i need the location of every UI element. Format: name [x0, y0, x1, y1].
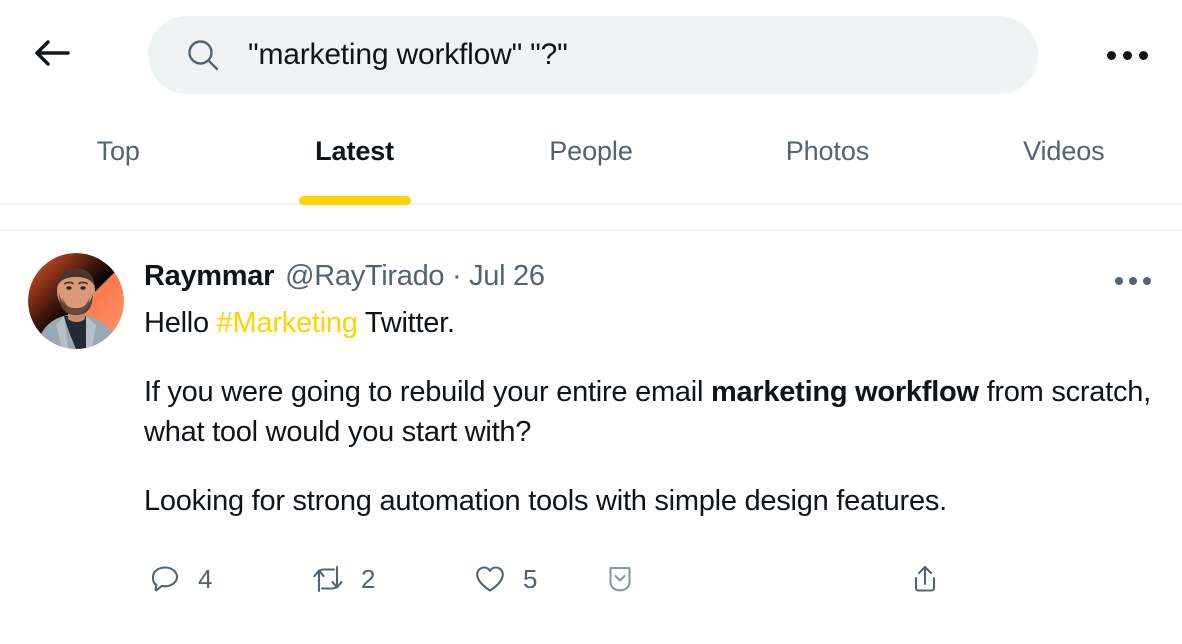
tweet-text-run: Twitter. — [357, 307, 455, 339]
ellipsis-dot-icon — [1138, 50, 1148, 60]
tab-top[interactable]: Top — [0, 110, 236, 203]
tab-label: People — [549, 136, 633, 166]
retweet-icon — [307, 558, 349, 600]
bookmark-chevron-icon — [599, 558, 641, 600]
tweet-paragraph-3: Looking for strong automation tools with… — [144, 481, 1158, 521]
search-input[interactable]: "marketing workflow" "?" — [248, 38, 568, 72]
tab-photos[interactable]: Photos — [709, 110, 945, 203]
reply-count: 4 — [198, 563, 213, 594]
search-bar[interactable]: "marketing workflow" "?" — [148, 16, 1038, 94]
ellipsis-dot-icon — [1106, 50, 1116, 60]
back-button[interactable] — [24, 27, 80, 83]
tab-label: Videos — [1023, 136, 1105, 166]
heart-icon — [469, 558, 511, 600]
tweet-header: Raymmar @RayTirado · Jul 26 — [144, 253, 1158, 301]
bookmark-button[interactable] — [599, 558, 904, 600]
share-icon — [904, 558, 946, 600]
top-bar: "marketing workflow" "?" — [0, 0, 1182, 110]
tweet-more-options-button[interactable] — [1108, 261, 1158, 301]
arrow-left-icon — [33, 37, 71, 74]
tweet-text: Hello #Marketing Twitter. If you were go… — [144, 303, 1158, 521]
ellipsis-dot-icon — [1129, 277, 1137, 285]
like-count: 5 — [523, 563, 538, 594]
ellipsis-dot-icon — [1115, 277, 1123, 285]
tweet-text-run: Looking for strong automation tools with… — [144, 485, 947, 518]
ellipsis-dot-icon — [1122, 50, 1132, 60]
tweet-paragraph-2: If you were going to rebuild your entire… — [144, 372, 1158, 452]
display-name[interactable]: Raymmar — [144, 260, 274, 293]
handle-and-timestamp: @RayTirado · Jul 26 — [285, 260, 545, 292]
tweet-text-highlight: marketing workflow — [710, 376, 979, 409]
tab-underline — [298, 196, 411, 205]
search-tabs: Top Latest People Photos Videos — [0, 110, 1182, 205]
hashtag-link[interactable]: #Marketing — [217, 307, 358, 339]
more-options-button[interactable] — [1100, 28, 1154, 82]
avatar[interactable] — [28, 253, 124, 349]
tweet-paragraph-1: Hello #Marketing Twitter. — [144, 303, 1158, 343]
tab-label: Top — [96, 136, 140, 166]
tweet-text-run: Hello — [144, 307, 217, 339]
feed-top-divider — [0, 205, 1182, 231]
tweet-item: Raymmar @RayTirado · Jul 26 Hello #Marke… — [0, 231, 1182, 608]
tab-label: Latest — [315, 136, 395, 166]
reply-button[interactable]: 4 — [144, 558, 307, 600]
tweet-actions: 4 2 5 — [144, 551, 1158, 607]
tweet-body: Raymmar @RayTirado · Jul 26 Hello #Marke… — [124, 253, 1158, 607]
tweet-text-run: If you were going to rebuild your entire… — [144, 376, 711, 409]
search-icon — [186, 38, 220, 72]
share-button[interactable] — [904, 558, 964, 600]
retweet-count: 2 — [361, 563, 376, 594]
tab-label: Photos — [785, 136, 870, 166]
tab-latest[interactable]: Latest — [236, 110, 472, 205]
reply-icon — [144, 558, 186, 600]
ellipsis-dot-icon — [1143, 277, 1151, 285]
tab-people[interactable]: People — [473, 110, 709, 203]
tab-videos[interactable]: Videos — [946, 110, 1182, 203]
like-button[interactable]: 5 — [469, 558, 599, 600]
retweet-button[interactable]: 2 — [307, 558, 469, 600]
